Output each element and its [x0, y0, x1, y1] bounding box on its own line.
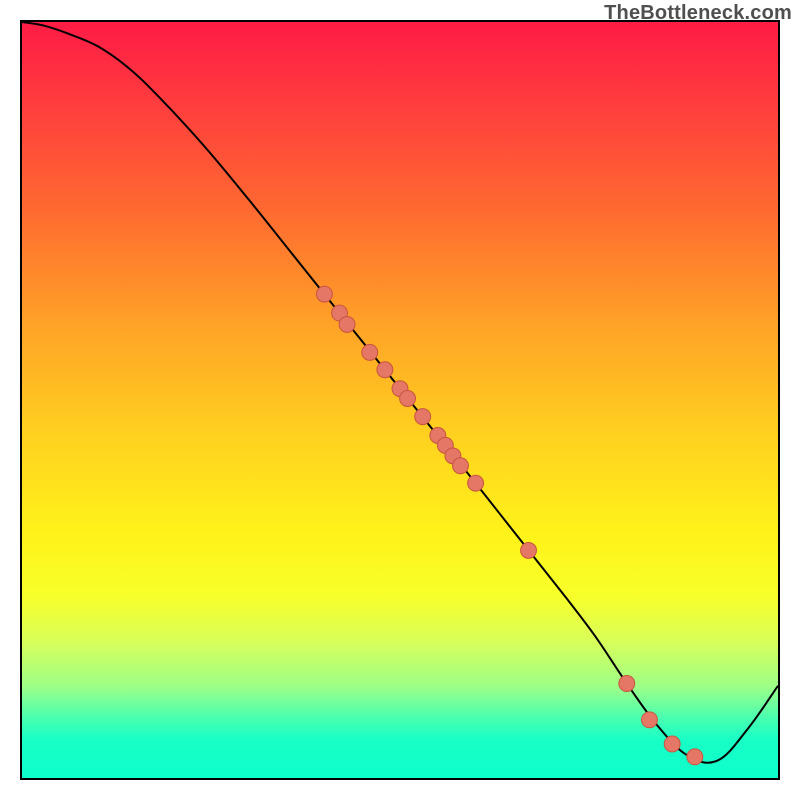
sample-marker	[468, 475, 484, 491]
sample-marker	[453, 458, 469, 474]
sample-marker	[619, 676, 635, 692]
sample-marker	[415, 409, 431, 425]
sample-marker	[339, 316, 355, 332]
sample-marker	[664, 736, 680, 752]
sample-marker	[521, 542, 537, 558]
plot-area	[20, 20, 780, 780]
sample-marker	[687, 749, 703, 765]
sample-marker	[377, 362, 393, 378]
sample-marker	[400, 391, 416, 407]
sample-marker	[316, 286, 332, 302]
chart-svg	[22, 22, 778, 778]
sample-marker	[642, 712, 658, 728]
chart-stage: TheBottleneck.com	[0, 0, 800, 800]
sample-marker	[362, 344, 378, 360]
